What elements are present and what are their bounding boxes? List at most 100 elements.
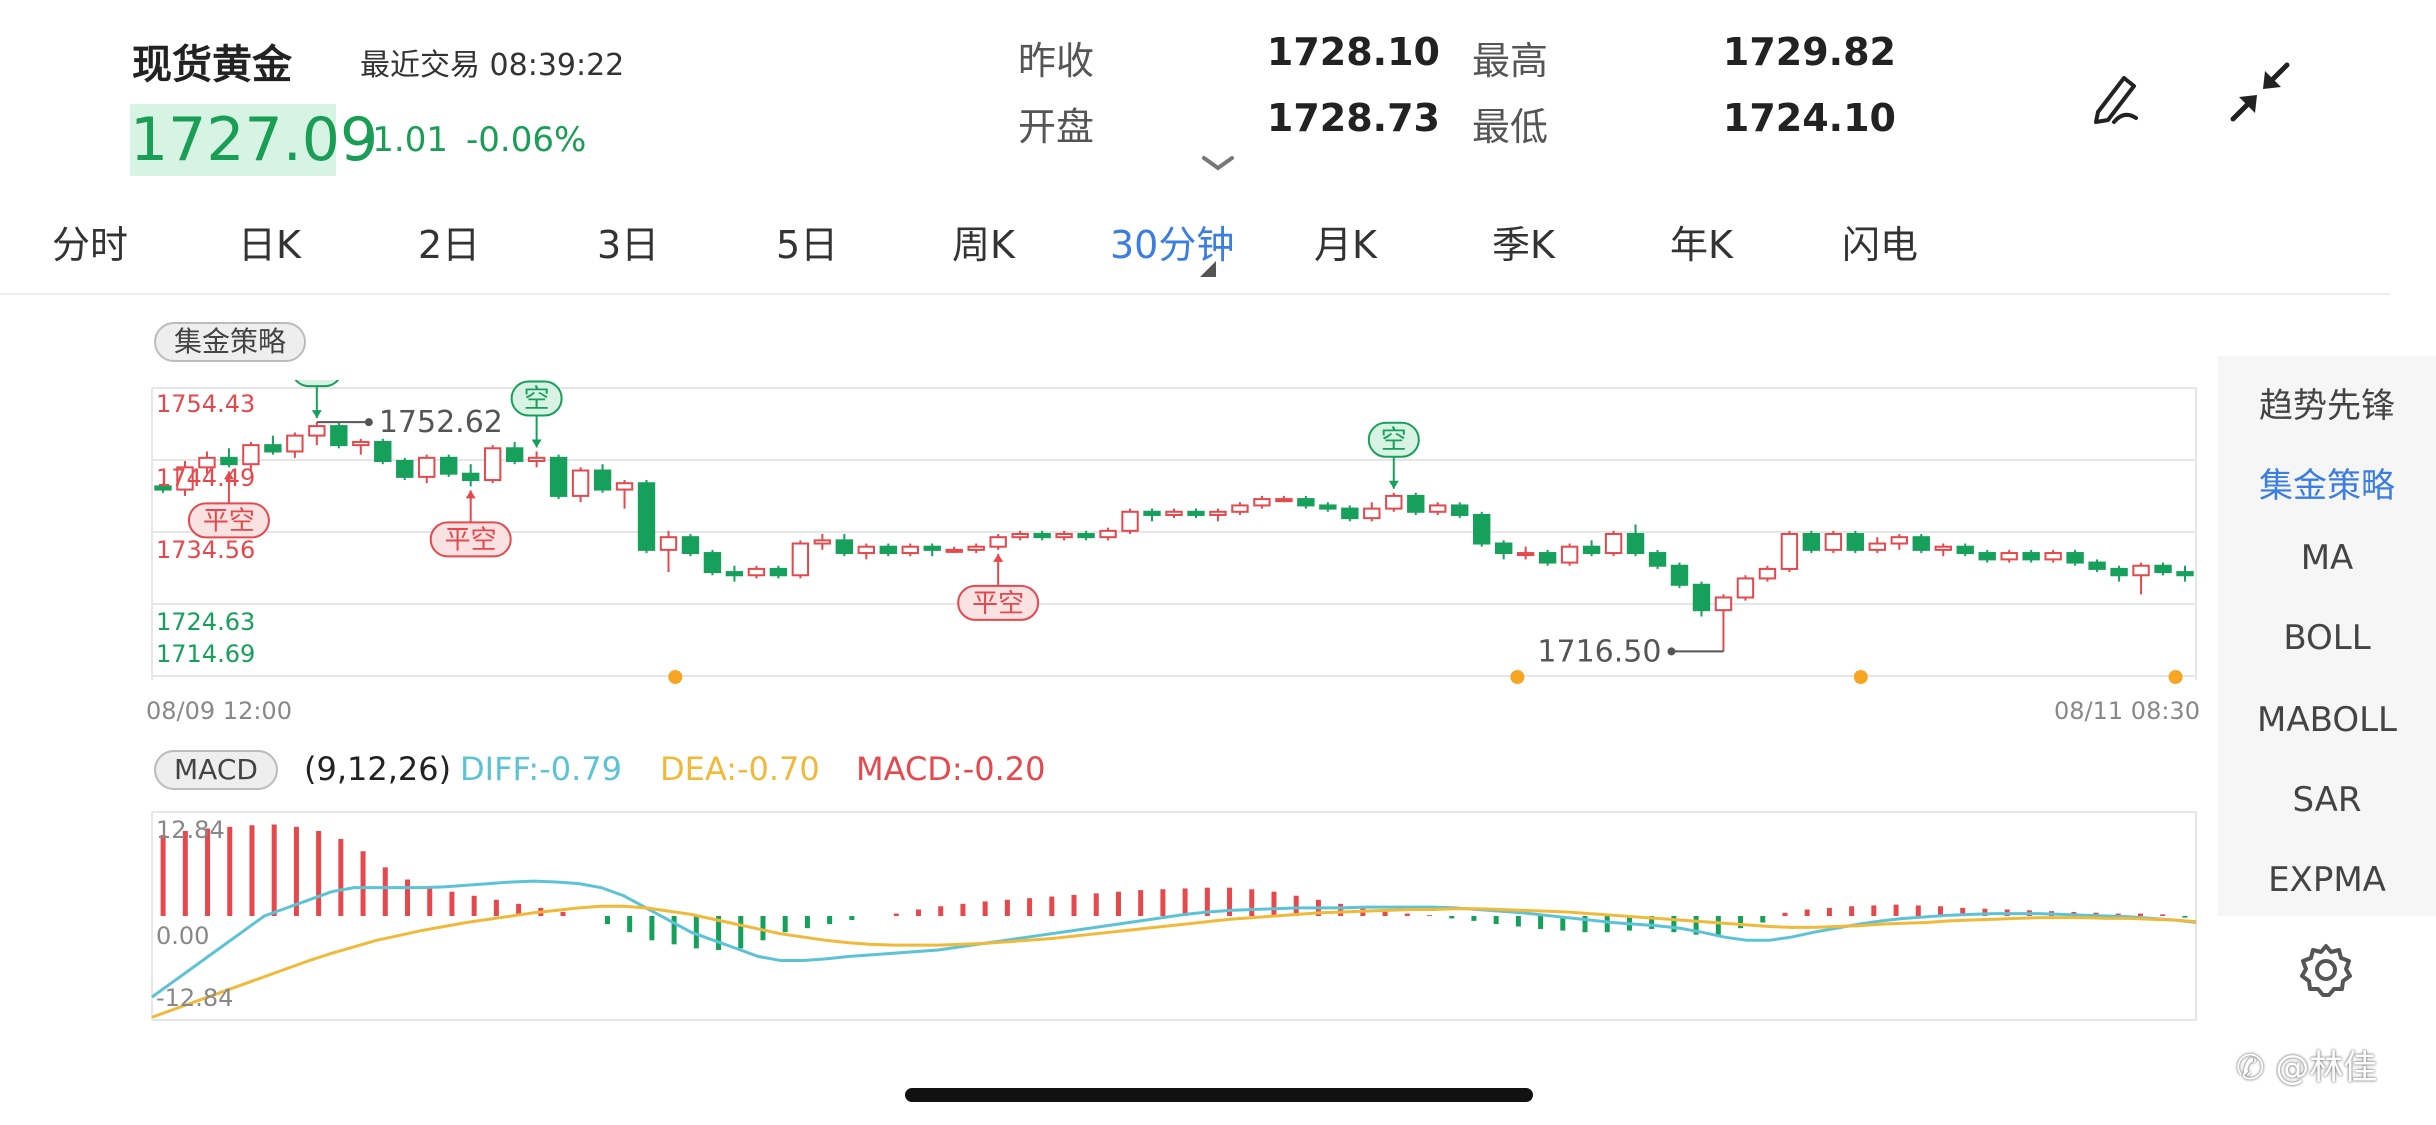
signal-label: 平空 [972,589,1024,619]
candle-body [1582,545,1601,555]
price-axis-label: 1734.56 [156,536,256,564]
period-marker-dot [1510,670,1525,684]
candle-body [1099,529,1117,539]
high-label: 最高 [1472,39,1549,83]
candlestick-chart[interactable]: 空平空平空空平空空 1752.621716.50 [0,380,2210,730]
indicator-gold-strategy[interactable]: 集金策略 [2218,458,2436,507]
price-change-percent: -0.06% [466,120,587,160]
collapse-arrows-icon[interactable] [2220,52,2300,132]
candle-body [1363,507,1381,520]
gear-icon[interactable] [2296,940,2356,1004]
tab-3day[interactable]: 3日 [597,205,659,285]
current-price: 1727.09 [130,104,379,176]
candle-body [1143,510,1161,516]
candle-body [1978,552,1996,561]
candle-body [2176,571,2194,577]
candle-body [703,552,722,574]
candle-body [1231,504,1249,513]
indicator-trend-pioneer[interactable]: 趋势先锋 [2218,378,2436,427]
tab-intraday[interactable]: 分时 [52,205,128,285]
candle-body [659,536,678,551]
strategy-pill-button[interactable]: 集金策略 [154,322,307,362]
candle-body [396,460,414,478]
candle-body [2154,564,2172,574]
expand-chevron-icon[interactable] [1198,150,1238,180]
tab-quarter-k[interactable]: 季K [1492,205,1555,285]
candle-body [1538,552,1557,564]
candle-body [1319,504,1337,510]
candle-body [1846,533,1865,551]
tab-2day[interactable]: 2日 [418,205,480,285]
macd-params: (9,12,26) [304,750,452,788]
tab-month-k[interactable]: 月K [1314,205,1377,285]
candle-body [1560,545,1579,564]
candle-body [1868,542,1887,551]
indicator-panel: 趋势先锋 集金策略 MA BOLL MABOLL SAR EXPMA [2218,356,2436,916]
candle-body [1956,545,1974,555]
signal-label: 平空 [203,506,255,536]
open-value: 1728.73 [1266,96,1440,140]
indicator-maboll[interactable]: MABOLL [2218,700,2436,740]
min-dot [1667,647,1676,656]
signal-label: 平空 [445,525,497,555]
candle-body [1187,510,1205,516]
price-axis-label: 1724.63 [156,608,256,636]
candle-body [615,482,634,491]
high-value: 1729.82 [1722,30,1896,74]
candle-body [901,545,919,555]
candle-body [989,536,1007,548]
dea-line [151,904,2197,1019]
prev-close-label: 昨收 [1018,39,1095,83]
tab-day-k[interactable]: 日K [238,205,301,285]
candle-body [1121,510,1139,532]
candle-body [1407,494,1425,513]
instrument-title: 现货黄金 [132,42,292,88]
candle-body [813,539,832,545]
candle-body [1253,498,1271,507]
signal-arrow-head [531,439,542,448]
last-trade-time: 最近交易 08:39:22 [360,48,625,83]
diff-line [151,879,2197,999]
candle-body [1824,533,1843,551]
tab-lightning[interactable]: 闪电 [1842,205,1918,285]
candle-body [1934,545,1952,551]
draw-pen-icon[interactable] [2076,56,2156,136]
signal-label: 空 [304,380,330,385]
candle-body [1780,533,1799,570]
candle-body [1275,498,1293,503]
indicator-ma[interactable]: MA [2218,538,2436,578]
period-marker-dot [2168,670,2183,684]
tab-5day[interactable]: 5日 [776,205,838,285]
candle-body [264,444,282,453]
home-indicator[interactable] [905,1088,1533,1102]
time-axis-end: 08/11 08:30 [2054,697,2200,725]
time-axis-start: 08/09 12:00 [146,697,292,725]
candle-body [857,545,875,555]
candle-body [1692,583,1711,612]
candle-body [2066,552,2084,564]
indicator-expma[interactable]: EXPMA [2218,860,2436,900]
prev-close-value: 1728.10 [1266,30,1440,74]
candle-body [923,545,941,551]
candle-body [1736,577,1755,599]
signal-arrow-head [993,553,1004,562]
min-value-label: 1716.50 [1537,634,1661,669]
candle-body [571,469,590,497]
macd-pill-button[interactable]: MACD [154,750,278,790]
tab-week-k[interactable]: 周K [952,205,1015,285]
indicator-boll[interactable]: BOLL [2218,618,2436,658]
watermark-logo-icon: ✆ [2236,1048,2265,1088]
candle-body [967,545,985,551]
candle-body [681,536,700,555]
candle-body [1297,498,1315,507]
macd-chart[interactable] [0,800,2210,1040]
candle-body [593,469,612,491]
tab-year-k[interactable]: 年K [1670,205,1733,285]
macd-axis-label: 0.00 [156,922,210,950]
candle-body [1473,513,1491,545]
macd-dea-value: DEA:-0.70 [660,750,820,788]
candle-body [747,567,766,577]
candle-body [2132,564,2150,577]
signal-label: 空 [1381,426,1407,456]
indicator-sar[interactable]: SAR [2218,780,2436,820]
